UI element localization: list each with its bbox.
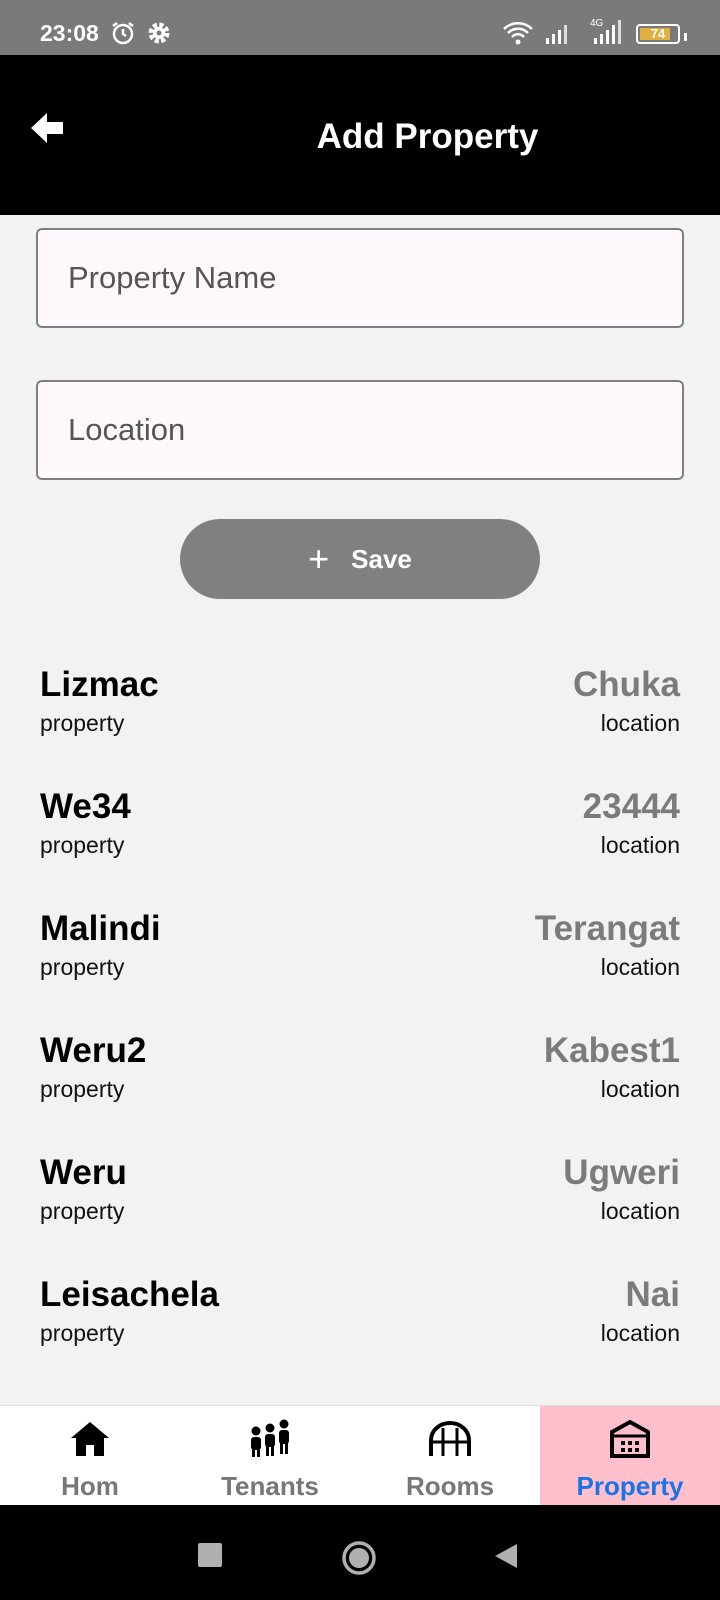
nav-item-tenants[interactable]: Tenants xyxy=(180,1406,360,1506)
property-caption: property xyxy=(40,1076,125,1102)
battery-level: 74 xyxy=(650,26,666,41)
location-caption: location xyxy=(600,1198,680,1224)
page-title: Add Property xyxy=(316,117,539,156)
location-caption: location xyxy=(600,832,680,858)
property-name: Weru xyxy=(40,1153,127,1192)
property-caption: property xyxy=(40,1320,125,1346)
property-name-input[interactable] xyxy=(36,228,684,328)
location-name: Ugweri xyxy=(563,1153,680,1192)
location-caption: location xyxy=(600,1076,680,1102)
status-bar: 23:08 4G 74 xyxy=(0,0,720,55)
location-caption: location xyxy=(600,1320,680,1346)
home-icon xyxy=(0,1418,180,1460)
rooms-icon xyxy=(360,1418,540,1460)
location-caption: location xyxy=(600,710,680,736)
list-item[interactable]: Weru property Ugweri location xyxy=(40,1153,680,1263)
location-caption: location xyxy=(600,954,680,980)
home-circle-icon[interactable] xyxy=(341,1540,377,1581)
app-bar: Add Property xyxy=(0,55,720,215)
property-caption: property xyxy=(40,1198,125,1224)
list-item[interactable]: We34 property 23444 location xyxy=(40,787,680,897)
settings-icon xyxy=(146,20,172,51)
building-icon xyxy=(540,1418,720,1460)
signal-4g-icon: 4G xyxy=(586,18,626,51)
property-name: Lizmac xyxy=(40,665,159,704)
list-item[interactable]: Malindi property Terangat location xyxy=(40,909,680,1019)
property-name: Weru2 xyxy=(40,1031,147,1070)
signal-icon xyxy=(544,20,572,51)
location-name: Kabest1 xyxy=(543,1031,680,1070)
bottom-nav: Hom Tenants Rooms Property xyxy=(0,1405,720,1506)
property-name: Leisachela xyxy=(40,1275,219,1314)
location-name: Terangat xyxy=(534,909,680,948)
status-time: 23:08 xyxy=(40,20,99,46)
nav-label: Property xyxy=(576,1471,684,1501)
save-button[interactable]: + Save xyxy=(180,519,540,599)
location-name: Nai xyxy=(625,1275,680,1314)
location-name: Chuka xyxy=(573,665,680,704)
recents-square-icon[interactable] xyxy=(197,1542,223,1573)
property-caption: property xyxy=(40,710,125,736)
wifi-icon xyxy=(502,20,534,51)
people-icon xyxy=(180,1418,360,1460)
alarm-icon xyxy=(110,20,136,51)
nav-label: Hom xyxy=(61,1471,119,1501)
list-item[interactable]: Leisachela property Nai location xyxy=(40,1275,680,1385)
nav-item-home[interactable]: Hom xyxy=(0,1406,180,1506)
battery-icon: 74 xyxy=(636,24,688,49)
system-nav-bar xyxy=(0,1505,720,1600)
location-name: 23444 xyxy=(582,787,680,826)
list-item[interactable]: Weru2 property Kabest1 location xyxy=(40,1031,680,1141)
back-triangle-icon[interactable] xyxy=(493,1542,519,1575)
save-label: Save xyxy=(351,543,412,574)
property-caption: property xyxy=(40,954,125,980)
plus-icon: + xyxy=(308,538,330,579)
nav-label: Rooms xyxy=(405,1471,495,1501)
location-input[interactable] xyxy=(36,380,684,480)
nav-label: Tenants xyxy=(221,1471,319,1501)
nav-item-property[interactable]: Property xyxy=(540,1406,720,1506)
property-name: We34 xyxy=(40,787,131,826)
list-item[interactable]: Lizmac property Chuka location xyxy=(40,665,680,775)
property-name: Malindi xyxy=(40,909,161,948)
nav-item-rooms[interactable]: Rooms xyxy=(360,1406,540,1506)
property-caption: property xyxy=(40,832,125,858)
network-type: 4G xyxy=(590,18,604,29)
